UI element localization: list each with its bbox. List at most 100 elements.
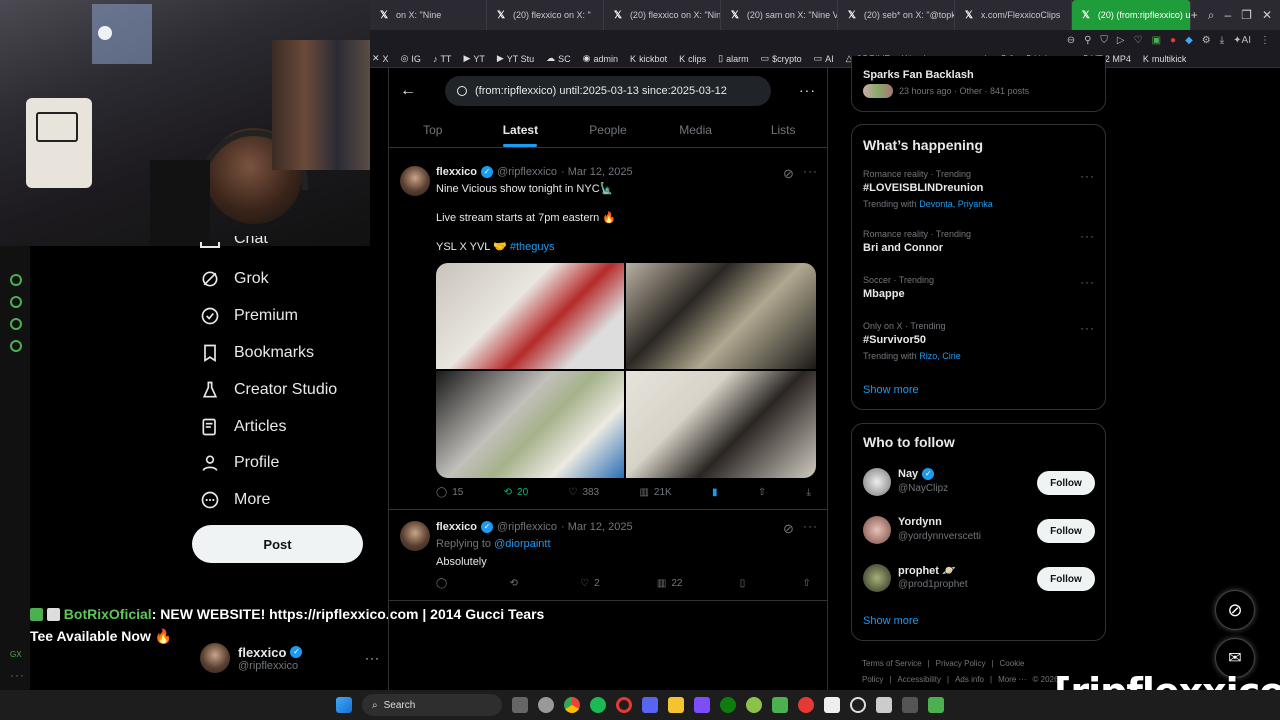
trend-with-links[interactable]: Devonta, Priyanka	[919, 199, 993, 209]
bookmark-item[interactable]: ♪ TT	[433, 54, 452, 64]
bookmark-button[interactable]: ▯	[740, 578, 746, 589]
bookmark-button[interactable]: ▮	[712, 487, 718, 498]
minimize-icon[interactable]: –	[1224, 8, 1231, 23]
tab-media[interactable]: Media	[652, 112, 740, 147]
reply-button[interactable]: ◯	[436, 578, 452, 589]
chatgpt-icon[interactable]	[850, 697, 866, 713]
browser-tab[interactable]: 𝕏on X: "Nine	[370, 0, 487, 30]
follow-suggestion[interactable]: Yordynn @yordynnverscetti Follow	[863, 516, 1095, 546]
avatar[interactable]	[400, 166, 430, 196]
browser-tab[interactable]: 𝕏x.com/FlexxicoClips	[955, 0, 1072, 30]
more-icon[interactable]: ···	[365, 651, 380, 665]
views-button[interactable]: ▥ 21K	[639, 487, 671, 498]
tweet-date[interactable]: · Mar 12, 2025	[561, 521, 633, 533]
more-icon[interactable]: ···	[1080, 321, 1095, 335]
tweet-handle[interactable]: @ripflexxico	[497, 521, 557, 533]
pin-icon[interactable]: ⚲	[1084, 35, 1091, 46]
follow-button[interactable]: Follow	[1037, 471, 1095, 495]
tweet-photo[interactable]	[626, 263, 816, 369]
nav-item-chat[interactable]: Chat	[200, 236, 268, 248]
show-more-link[interactable]: Show more	[863, 615, 919, 627]
extension-icon[interactable]: ⚙	[1202, 35, 1211, 46]
shield-icon[interactable]: ⛉	[1100, 35, 1108, 46]
bookmark-item[interactable]: ◎ IG	[401, 53, 421, 64]
grok-icon[interactable]: ⊘	[783, 166, 794, 182]
windows-start-icon[interactable]	[336, 697, 352, 713]
bookmark-item[interactable]: ▭ AI	[814, 53, 834, 64]
grok-fab[interactable]: ⊘	[1215, 590, 1255, 630]
bookmark-item[interactable]: ▭ $crypto	[761, 53, 802, 64]
app-icon[interactable]	[876, 697, 892, 713]
tweet-photo[interactable]	[436, 371, 624, 478]
more-icon[interactable]: ···	[1080, 229, 1095, 243]
new-tab-icon[interactable]: +	[1191, 8, 1198, 23]
app-icon[interactable]	[902, 697, 918, 713]
tweet[interactable]: flexxico ✓ @ripflexxico · Mar 12, 2025 ⊘…	[389, 156, 827, 510]
browser-tab[interactable]: 𝕏 (20) flexxico on X: "Nine	[604, 0, 721, 30]
nav-item-bookmarks[interactable]: Bookmarks	[200, 343, 314, 363]
post-button[interactable]: Post	[192, 525, 363, 563]
browser-tab[interactable]: 𝕏 (20) (from:ripflexxico) unt	[1071, 0, 1191, 30]
app-icon[interactable]	[824, 697, 840, 713]
trend-with-links[interactable]: Rizo, Cirie	[919, 351, 961, 361]
follow-suggestion[interactable]: Nay ✓ @NayClipz Follow	[863, 468, 1095, 498]
nav-item-more[interactable]: More	[200, 490, 270, 510]
grok-icon[interactable]: ⊘	[783, 521, 794, 537]
repost-button[interactable]: ⟲ 20	[504, 487, 529, 498]
mention-link[interactable]: @diorpaintt	[494, 538, 550, 550]
bookmark-item[interactable]: ✕ X	[372, 53, 389, 64]
trend-item[interactable]: Soccer · Trending Mbappe ···	[863, 275, 1095, 300]
tweet-photo[interactable]	[436, 263, 624, 369]
tweet-photo[interactable]	[626, 371, 816, 478]
restore-icon[interactable]: ❐	[1241, 8, 1252, 23]
bookmark-item[interactable]: ▶ YT	[463, 53, 484, 64]
bookmark-item[interactable]: ▯ alarm	[718, 53, 748, 64]
tab-people[interactable]: People	[564, 112, 652, 147]
close-icon[interactable]: ✕	[1262, 8, 1272, 23]
search-icon[interactable]: ⌕	[1208, 8, 1215, 23]
avatar[interactable]	[863, 564, 891, 592]
show-more-link[interactable]: Show more	[863, 384, 919, 396]
like-button[interactable]: ♡ 383	[568, 487, 599, 498]
footer-link[interactable]: More ···	[998, 675, 1026, 684]
nav-item-premium[interactable]: Premium	[200, 306, 298, 326]
bookmark-item[interactable]: ◉ admin	[583, 53, 618, 64]
avatar[interactable]	[863, 468, 891, 496]
trend-item[interactable]: Romance reality · Trending #LOVEISBLINDre…	[863, 169, 1095, 209]
discord-icon[interactable]	[642, 697, 658, 713]
bookmark-item[interactable]: ▶ YT Stu	[497, 53, 534, 64]
tab-lists[interactable]: Lists	[739, 112, 827, 147]
share-button[interactable]: ⇧	[758, 487, 766, 498]
play-icon[interactable]: ▷	[1117, 35, 1125, 46]
nav-item-profile[interactable]: Profile	[200, 453, 279, 473]
zoom-icon[interactable]: ⊖	[1067, 35, 1075, 46]
bookmark-item[interactable]: Kkickbot	[630, 54, 667, 64]
follow-button[interactable]: Follow	[1037, 567, 1095, 591]
heart-icon[interactable]: ♡	[1134, 35, 1143, 46]
footer-link[interactable]: Accessibility	[897, 675, 941, 684]
browser-tab[interactable]: 𝕏 (20) seb* on X: "@topki	[838, 0, 955, 30]
tab-top[interactable]: Top	[389, 112, 477, 147]
tab-latest[interactable]: Latest	[477, 112, 565, 147]
repost-button[interactable]: ⟲	[509, 578, 522, 589]
views-button[interactable]: ▥ 22	[657, 578, 683, 589]
share-button[interactable]: ⇧	[803, 578, 811, 589]
browser-tab[interactable]: 𝕏 (20) sam on X: "Nine Vic	[721, 0, 838, 30]
tweet-date[interactable]: · Mar 12, 2025	[561, 166, 633, 178]
menu-icon[interactable]: ⋮	[1260, 35, 1270, 46]
sidebar-app-icon[interactable]	[10, 340, 22, 352]
bookmark-item[interactable]: Kclips	[679, 54, 706, 64]
bookmark-item[interactable]: ☁ SC	[546, 53, 571, 64]
search-input[interactable]: (from:ripflexxico) until:2025-03-13 sinc…	[445, 76, 771, 106]
sidebar-app-icon[interactable]	[10, 318, 22, 330]
more-icon[interactable]: ···	[1080, 169, 1095, 183]
trend-item[interactable]: Only on X · Trending #Survivor50 Trending …	[863, 321, 1095, 361]
download-icon[interactable]: ⤓	[1220, 35, 1224, 46]
app-icon[interactable]	[928, 697, 944, 713]
app-icon[interactable]	[694, 697, 710, 713]
like-button[interactable]: ♡ 2	[580, 578, 600, 589]
footer-link[interactable]: Terms of Service	[862, 659, 922, 668]
bookmark-item[interactable]: Kmultikick	[1143, 54, 1187, 64]
folder-icon[interactable]	[668, 697, 684, 713]
more-icon[interactable]: ···	[10, 668, 25, 682]
